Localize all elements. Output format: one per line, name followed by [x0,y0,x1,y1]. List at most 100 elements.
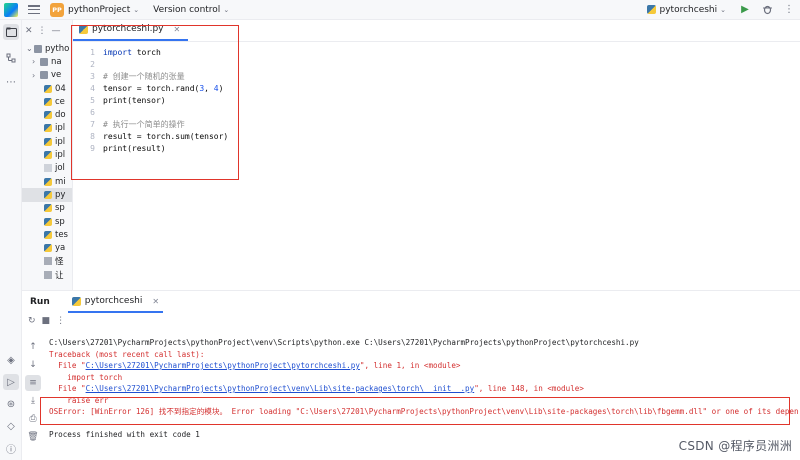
code-line: 7 # 执行一个简单的操作 [73,118,184,130]
structure-tool-icon[interactable] [3,50,19,66]
more-tools-icon[interactable]: ⋯ [3,74,19,90]
minimize-icon[interactable]: — [52,26,61,36]
python-packages-icon[interactable]: ◈ [3,352,19,368]
line-number: 5 [90,95,95,105]
chevron-right-icon[interactable]: › [32,71,40,80]
tree-item[interactable]: sp [22,202,72,215]
services-icon[interactable]: ◇ [3,418,19,434]
trash-icon[interactable]: 🗑 [25,429,41,445]
tree-item-label: ipl [55,150,66,161]
problems-icon[interactable]: ⓘ [3,440,19,456]
rerun-icon[interactable]: ↻ [28,316,36,326]
file-link[interactable]: C:\Users\27201\PycharmProjects\pythonPro… [86,384,475,393]
run-panel-title: Run [30,297,50,307]
run-side-toolbar: ↑ ↓ ≡ ⤓ ⎙ 🗑 [25,339,41,447]
tree-item-label: sp [55,216,65,227]
tree-item[interactable]: ⌄ pytho [22,42,72,55]
python-console-icon[interactable]: ⊛ [3,396,19,412]
tree-item[interactable]: mi [22,175,72,188]
code-line: 1 import torch [73,46,161,58]
tree-item[interactable]: ipl [22,148,72,161]
folder-icon [34,44,42,53]
code-text: print(result) [103,143,166,153]
debug-icon[interactable] [759,2,775,18]
editor-tab-bar: pytorchceshi.py ✕ [73,20,800,42]
watermark: CSDN @程序员洲洲 [678,439,792,453]
editor-tab-label: pytorchceshi.py [92,24,164,34]
run-toolbar: ↻ ■ ⋮ [22,313,800,329]
chevron-down-icon: ⌄ [720,5,726,14]
run-tool-icon[interactable]: ▷ [3,374,19,390]
file-link[interactable]: C:\Users\27201\PycharmProjects\pythonPro… [86,361,360,370]
tree-item[interactable]: ce [22,95,72,108]
project-tree: ⌄ pytho › na › ve 04 ce do ipl ipl ipl jol mi py sp sp te… [22,42,72,281]
tree-item[interactable]: sp [22,215,72,228]
python-file-icon [44,244,52,253]
close-tab-icon[interactable]: ✕ [174,25,181,34]
line-number: 9 [90,143,95,153]
tree-item-label: 04 [55,83,66,94]
folder-icon [40,57,48,66]
more-options-icon[interactable]: ⋮ [56,316,65,326]
project-badge[interactable]: PP [50,2,64,17]
run-tab-pytorchceshi[interactable]: pytorchceshi ✕ [67,291,164,313]
python-file-icon [71,296,81,306]
tree-item-label: 怪 [55,257,64,268]
close-tab-icon[interactable]: ✕ [152,297,159,306]
more-options-icon[interactable]: ⋮ [38,26,47,36]
chevron-down-icon[interactable]: ⌄ [133,6,139,14]
project-tool-icon[interactable] [3,24,19,40]
pycharm-logo-icon [4,2,18,17]
tree-item-label: pytho [45,43,70,54]
python-file-icon [79,24,88,34]
tree-item[interactable]: 让 [22,268,72,281]
tree-item-label: ipl [55,136,66,147]
version-control-menu[interactable]: Version control [153,5,220,15]
tree-item[interactable]: › ve [22,69,72,82]
python-file-icon [44,97,52,106]
stop-icon[interactable]: ■ [42,316,51,326]
project-panel-header: ✕ ⋮ — [22,20,72,42]
line-number: 1 [90,47,95,57]
run-tab-label: pytorchceshi [84,296,143,306]
tree-item[interactable]: › na [22,55,72,68]
tree-item[interactable]: ipl [22,122,72,135]
python-file-icon [44,177,52,186]
tree-item-label: jol [55,163,65,174]
tree-item[interactable]: tes [22,228,72,241]
line-number: 7 [90,119,95,129]
title-bar: PP pythonProject ⌄ Version control ⌄ pyt… [0,0,800,20]
project-name[interactable]: pythonProject [68,5,130,15]
console-code-line: raise err [49,395,109,405]
more-actions-icon[interactable]: ⋮ [781,2,797,18]
console-command-line: C:\Users\27201\PycharmProjects\pythonPro… [49,338,639,347]
tree-item[interactable]: py [22,188,72,202]
main-menu-icon[interactable] [28,5,40,14]
chevron-down-icon[interactable]: ⌄ [223,6,229,14]
tree-item-label: mi [55,176,66,187]
scroll-down-icon[interactable]: ↓ [25,357,41,373]
close-icon[interactable]: ✕ [25,26,33,36]
scroll-up-icon[interactable]: ↑ [25,339,41,355]
python-file-icon [646,5,656,14]
print-icon[interactable]: ⎙ [25,411,41,427]
chevron-down-icon[interactable]: ⌄ [26,44,34,53]
scroll-to-end-icon[interactable]: ⤓ [25,393,41,409]
run-configuration-label: pytorchceshi [659,4,718,15]
code-line: 5 print(tensor) [73,94,165,106]
run-icon[interactable]: ▶ [737,2,753,18]
run-configuration-selector[interactable]: pytorchceshi ⌄ [646,4,726,15]
tree-item[interactable]: 怪 [22,255,72,268]
tree-item[interactable]: jol [22,162,72,175]
console-output[interactable]: C:\Users\27201\PycharmProjects\pythonPro… [49,337,799,441]
editor-tab-pytorchceshi[interactable]: pytorchceshi.py ✕ [73,19,189,41]
chevron-right-icon[interactable]: › [32,57,40,66]
tree-item[interactable]: ya [22,241,72,254]
line-number: 8 [90,131,95,141]
tree-item[interactable]: 04 [22,82,72,95]
tree-item[interactable]: do [22,108,72,121]
soft-wrap-icon[interactable]: ≡ [25,375,41,391]
line-number: 2 [90,59,95,69]
code-text: result = torch.sum(tensor) [103,131,229,141]
tree-item[interactable]: ipl [22,135,72,148]
